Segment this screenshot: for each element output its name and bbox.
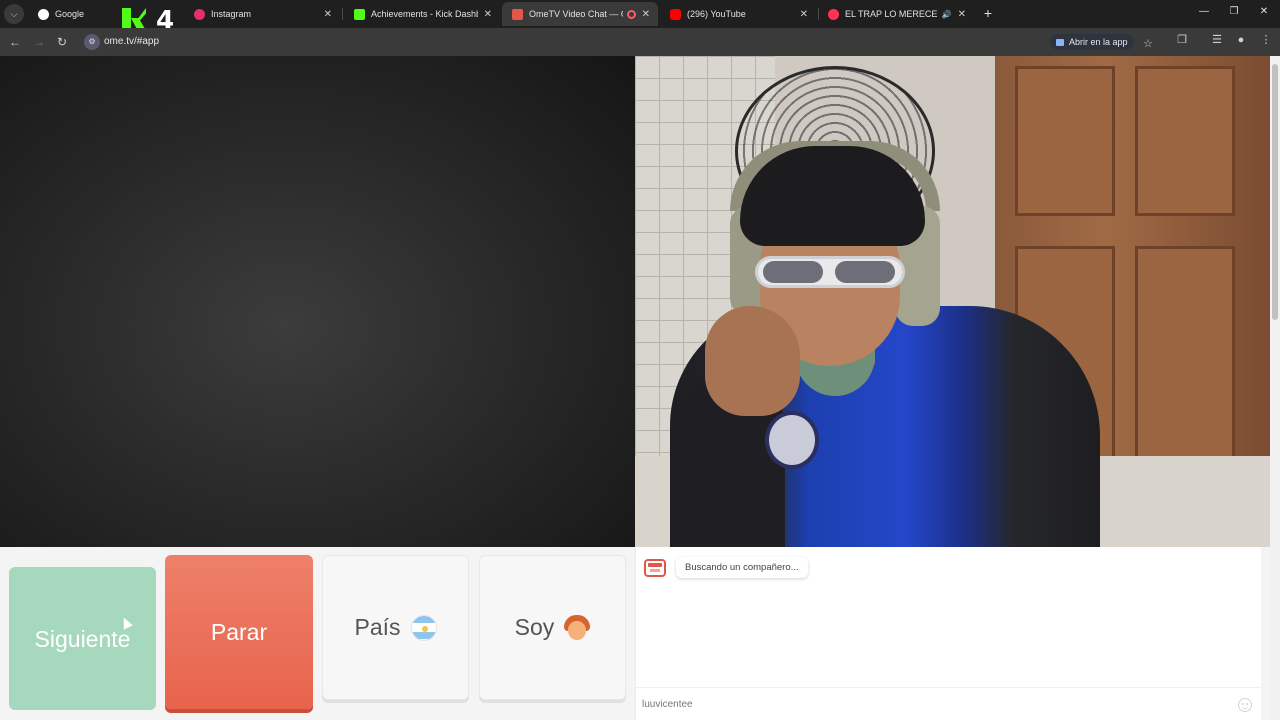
chat-panel: Buscando un compañero... [635, 547, 1262, 720]
browser-toolbar: ← → ↻ ⚙ ome.tv/#app Abrir en la app ☆ ❐ … [0, 28, 1280, 56]
speaker-icon[interactable]: 🔊 [942, 10, 952, 19]
browser-tab-strip: ⌵ Google Instagram ✕ Achievements - Kick… [0, 0, 1280, 28]
emoji-icon[interactable] [1238, 698, 1252, 712]
chat-input[interactable] [642, 695, 1222, 713]
tab-search-icon[interactable]: ⌵ [4, 4, 24, 24]
gender-button[interactable]: Soy [479, 555, 626, 700]
tab-instagram[interactable]: Instagram ✕ [184, 2, 340, 26]
chat-input-bar [636, 687, 1262, 720]
close-tab-icon[interactable]: ✕ [800, 9, 808, 20]
tab-ometv[interactable]: OmeTV Video Chat — Ome ✕ [502, 2, 658, 26]
google-icon [38, 8, 49, 20]
close-tab-icon[interactable]: ✕ [484, 9, 492, 20]
close-window-icon[interactable]: ✕ [1256, 6, 1272, 17]
youtube-icon [670, 8, 681, 20]
stop-button[interactable]: Parar [165, 555, 313, 709]
country-button[interactable]: País [322, 555, 469, 700]
profile-avatar-icon[interactable]: ● [1233, 32, 1249, 48]
scrollbar-thumb[interactable] [1272, 64, 1278, 320]
kick-icon [354, 8, 365, 20]
stop-button-label: Parar [210, 618, 268, 645]
gender-button-label: Soy [514, 614, 555, 640]
partner-video [0, 56, 635, 547]
close-tab-icon[interactable]: ✕ [642, 9, 650, 20]
menu-kebab-icon[interactable]: ⋮ [1258, 32, 1274, 48]
tab-el-trap[interactable]: EL TRAP LO MERECE (con E 🔊 ✕ [818, 2, 974, 26]
tab-title: Achievements - Kick Dashboard [371, 9, 478, 19]
self-webcam-video [635, 56, 1270, 547]
scrollbar[interactable] [1270, 56, 1280, 720]
recording-indicator-icon [626, 9, 636, 19]
restore-icon[interactable]: ❐ [1226, 6, 1242, 17]
app-icon [1056, 38, 1064, 46]
bookmark-star-icon[interactable]: ☆ [1140, 36, 1156, 52]
open-in-app-button[interactable]: Abrir en la app [1050, 34, 1134, 50]
open-in-app-label: Abrir en la app [1069, 37, 1128, 47]
back-icon[interactable]: ← [7, 34, 23, 50]
tab-kick-dashboard[interactable]: Achievements - Kick Dashboard ✕ [344, 2, 500, 26]
ometv-logo-icon [644, 559, 666, 577]
tab-divider [342, 8, 343, 20]
argentina-flag-icon [410, 614, 437, 641]
next-button-label: Siguiente [34, 626, 131, 652]
url-text[interactable]: ome.tv/#app [104, 36, 159, 47]
close-tab-icon[interactable]: ✕ [324, 9, 332, 20]
country-button-label: País [354, 614, 401, 640]
chat-status-message: Buscando un compañero... [676, 557, 808, 578]
tab-title: OmeTV Video Chat — Ome [529, 9, 623, 19]
forward-icon[interactable]: → [31, 34, 47, 50]
recording-icon [828, 8, 839, 20]
tab-title: EL TRAP LO MERECE (con E [845, 9, 938, 19]
minimize-icon[interactable]: — [1196, 6, 1212, 17]
next-button[interactable]: Siguiente [9, 567, 156, 710]
ometv-icon [512, 8, 523, 20]
tab-title: (296) YouTube [687, 9, 746, 19]
reload-icon[interactable]: ↻ [54, 34, 70, 50]
instagram-icon [194, 8, 205, 20]
site-info-icon[interactable]: ⚙ [84, 34, 100, 50]
extensions-icon[interactable]: ❐ [1174, 32, 1190, 48]
close-tab-icon[interactable]: ✕ [958, 9, 966, 20]
tab-youtube[interactable]: (296) YouTube ✕ [660, 2, 816, 26]
new-tab-icon[interactable]: + [980, 5, 996, 21]
ometv-app: Siguiente Parar País Soy Buscando un com… [0, 56, 1280, 720]
tab-title: Instagram [211, 9, 252, 19]
reading-list-icon[interactable]: ☰ [1209, 32, 1225, 48]
address-bar[interactable]: ⚙ ome.tv/#app Abrir en la app ☆ [80, 32, 1240, 52]
boy-emoji-icon [564, 614, 591, 641]
